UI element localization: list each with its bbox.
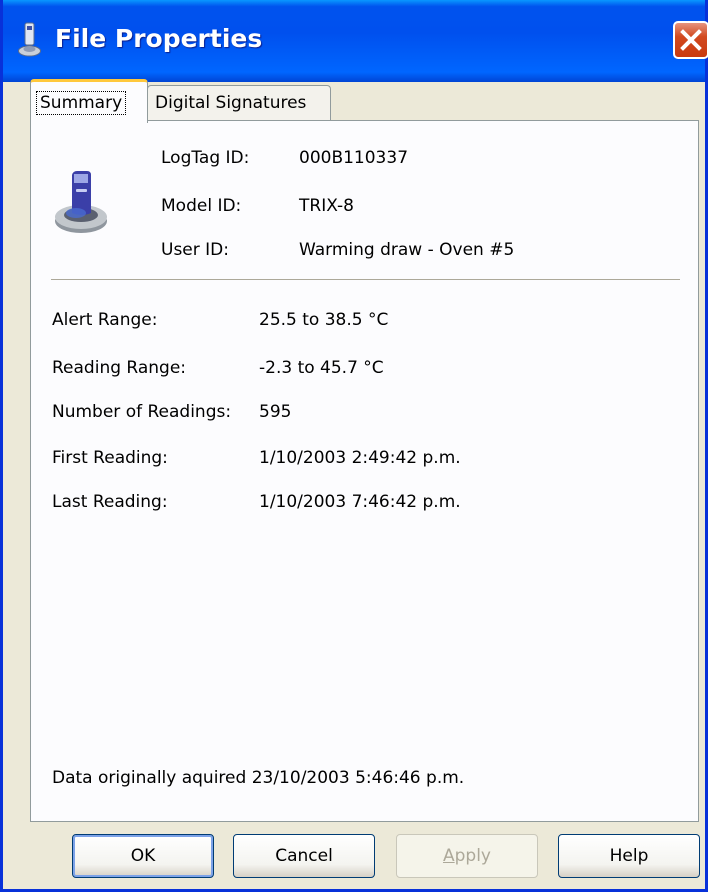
last-reading-label: Last Reading: [52, 492, 168, 512]
number-of-readings-label: Number of Readings: [52, 402, 232, 422]
tab-digital-signatures[interactable]: Digital Signatures [147, 85, 331, 121]
separator [51, 279, 680, 280]
logtag-id-label: LogTag ID: [161, 148, 250, 168]
user-id-label: User ID: [161, 240, 229, 260]
number-of-readings-value: 595 [259, 402, 292, 422]
logtag-id-value: 000B110337 [299, 148, 409, 168]
model-id-value: TRIX-8 [299, 196, 354, 216]
logtag-device-icon [53, 169, 109, 235]
title-bar[interactable]: File Properties [3, 0, 708, 82]
summary-panel: LogTag ID: 000B110337 Model ID: TRIX-8 U… [30, 120, 699, 822]
close-button[interactable] [673, 21, 708, 59]
tab-digital-signatures-label: Digital Signatures [155, 93, 307, 113]
model-id-label: Model ID: [161, 196, 242, 216]
first-reading-value: 1/10/2003 2:49:42 p.m. [259, 448, 461, 468]
data-acquired-text: Data originally aquired 23/10/2003 5:46:… [52, 768, 465, 788]
close-icon [680, 29, 702, 51]
user-id-value: Warming draw - Oven #5 [299, 240, 515, 260]
apply-button-mnemonic: A [442, 846, 455, 866]
alert-range-label: Alert Range: [52, 310, 158, 330]
apply-button[interactable]: Apply [396, 834, 538, 878]
alert-range-value: 25.5 to 38.5 °C [259, 310, 389, 330]
tab-summary-label: Summary [36, 91, 127, 115]
apply-button-rest: pply [454, 846, 491, 866]
last-reading-value: 1/10/2003 7:46:42 p.m. [259, 492, 461, 512]
tab-summary[interactable]: Summary [30, 79, 148, 123]
window-title: File Properties [55, 24, 263, 53]
logtag-app-icon [17, 22, 43, 58]
file-properties-window: File Properties Digital Signatures Summa… [0, 0, 708, 892]
reading-range-value: -2.3 to 45.7 °C [259, 358, 384, 378]
first-reading-label: First Reading: [52, 448, 168, 468]
ok-button[interactable]: OK [72, 834, 214, 878]
reading-range-label: Reading Range: [52, 358, 187, 378]
cancel-button[interactable]: Cancel [233, 834, 375, 878]
help-button[interactable]: Help [558, 834, 700, 878]
